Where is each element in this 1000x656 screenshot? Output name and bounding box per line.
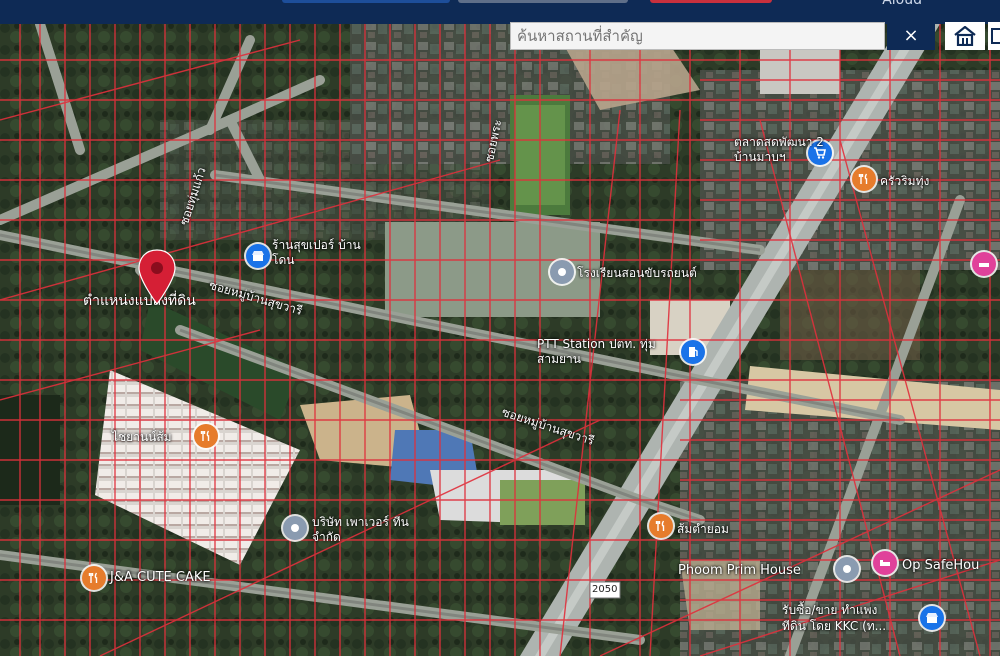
place-search-input[interactable]	[511, 23, 884, 49]
layers-button[interactable]	[988, 22, 1000, 50]
cake-poi[interactable]	[82, 566, 106, 590]
kkc-label-line-2: ทีดิน โดย KKC (ท...	[782, 619, 887, 633]
ptt-poi[interactable]	[681, 340, 705, 364]
fork-knife-icon	[655, 520, 665, 531]
close-icon: ×	[903, 25, 919, 46]
kkc-poi[interactable]	[920, 606, 944, 630]
store-icon	[252, 251, 264, 261]
ptt-label: PTT Station ปตท. ทุ่มสามยาน	[537, 337, 672, 367]
restaurant-bottom-poi[interactable]	[649, 514, 673, 538]
store-icon	[926, 613, 938, 623]
market-name: ตลาดสดพัฒนา 2 บ้านมาบฯ	[734, 135, 824, 164]
fork-knife-icon	[858, 173, 868, 184]
login-link[interactable]: Aloud	[882, 0, 922, 8]
phoom-prim-label: Phoom Prim House	[678, 563, 801, 578]
search-clear-button[interactable]: ×	[887, 22, 935, 50]
restaurant-bottom-label: ส้มตำยอม	[677, 522, 729, 536]
company-poi[interactable]	[283, 516, 307, 540]
fork-knife-icon	[200, 430, 210, 441]
nav-tab-blue[interactable]	[282, 0, 450, 3]
shop-poi[interactable]	[246, 244, 270, 268]
top-navigation-bar: Aloud	[0, 0, 1000, 24]
shop-name: ร้านสุขเปอร์ บ้านโดน	[272, 238, 361, 267]
market-label: ตลาดสดพัฒนา 2 บ้านมาบฯ	[734, 135, 834, 165]
ptt-name: PTT Station ปตท. ทุ่มสามยาน	[537, 337, 656, 366]
house-icon	[843, 565, 851, 573]
restaurant-top-poi[interactable]	[852, 167, 876, 191]
land-parcel-marker[interactable]	[137, 248, 177, 310]
location-pin-icon	[138, 249, 176, 306]
nav-tab-gray[interactable]	[458, 0, 628, 3]
school-label: โรงเรียนสอนขับรถยนต์	[577, 266, 697, 280]
building-icon	[291, 524, 299, 532]
op-safe-poi[interactable]	[873, 551, 897, 575]
company-name: บริษัท เพาเวอร์ ทีน จำกัด	[312, 515, 409, 544]
hotel-icon	[979, 263, 989, 267]
gas-station-icon	[689, 347, 698, 357]
op-safe-label: Op SafeHou	[902, 558, 980, 573]
school-poi[interactable]	[550, 260, 574, 284]
place-search-box[interactable]	[510, 22, 885, 50]
nav-tab-red[interactable]	[650, 0, 772, 3]
hotel-icon	[880, 560, 890, 566]
cake-label: J&A CUTE CAKE	[110, 570, 211, 585]
fork-knife-icon	[88, 572, 98, 583]
route-number-label: 2050	[592, 584, 618, 595]
home-icon	[954, 26, 976, 46]
restaurant-left-poi[interactable]	[194, 424, 218, 448]
shop-label: ร้านสุขเปอร์ บ้านโดน	[272, 238, 362, 268]
kkc-label-line-1: รับซื้อ/ขาย ทำแพง	[782, 603, 878, 617]
restaurant-top-label: ครัวริมทุ่ง	[880, 174, 930, 188]
home-button[interactable]	[945, 22, 985, 50]
restaurant-left-label: ไชยานน์ส้ม	[112, 430, 172, 444]
layers-icon	[991, 28, 1000, 44]
kkc-label: รับซื้อ/ขาย ทำแพง ทีดิน โดย KKC (ท...	[782, 602, 886, 634]
phoom-prim-poi[interactable]	[835, 557, 859, 581]
top-right-pink-poi[interactable]	[972, 252, 996, 276]
school-icon	[558, 268, 566, 276]
company-label: บริษัท เพาเวอร์ ทีน จำกัด	[312, 515, 412, 545]
